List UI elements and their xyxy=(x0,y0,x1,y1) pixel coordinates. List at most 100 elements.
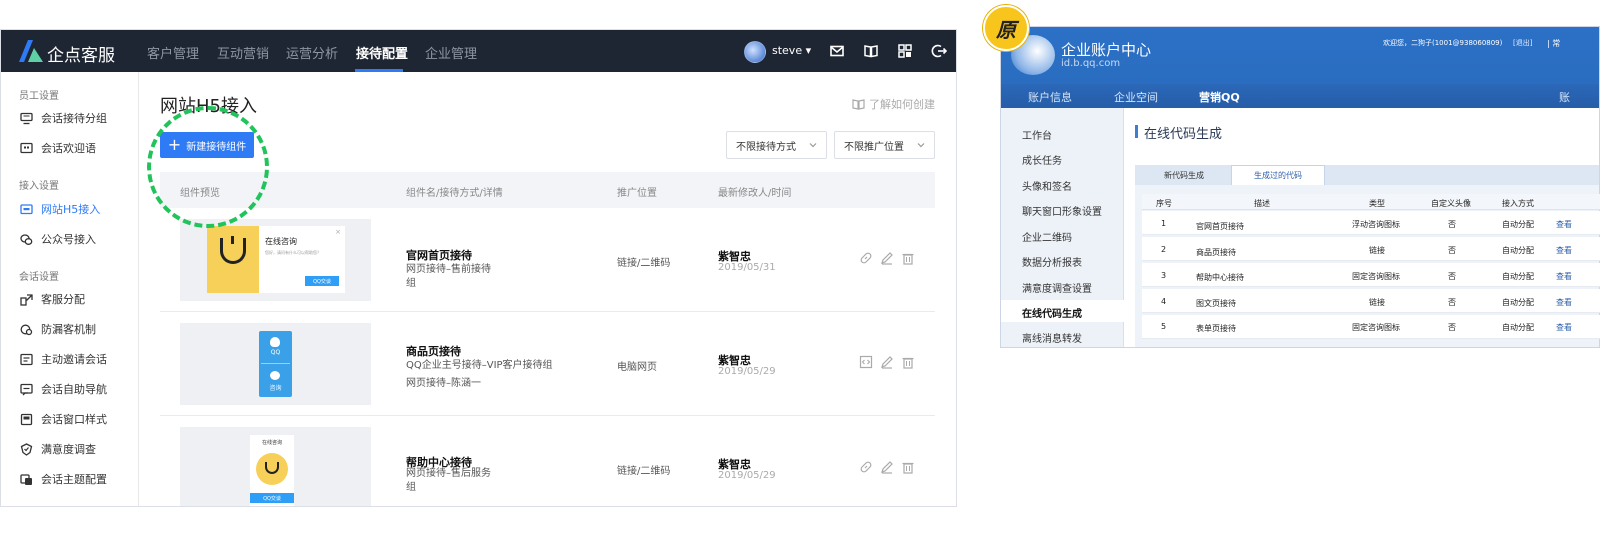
sidebar-item-analytics[interactable]: 数据分析报表 xyxy=(1022,254,1082,269)
component-preview: QQ 咨询 xyxy=(180,323,371,405)
row-number: 5 xyxy=(1161,322,1167,331)
sidebar-item-session-groups[interactable]: 会话接待分组 xyxy=(19,110,107,126)
view-link[interactable]: 查看 xyxy=(1556,297,1572,308)
row-type: 链接 xyxy=(1369,298,1385,307)
sidebar-item-online-code[interactable]: 在线代码生成 xyxy=(1022,305,1082,320)
nav-right-truncated[interactable]: 账 xyxy=(1559,89,1570,105)
row-detail-line: 组 xyxy=(406,482,416,493)
medal-icon xyxy=(19,442,33,456)
user-menu[interactable]: steve ▾ xyxy=(772,44,811,57)
tab-new-code[interactable]: 新代码生成 xyxy=(1141,165,1227,185)
sidebar-item-self-nav[interactable]: 会话自助导航 xyxy=(19,381,107,397)
row-type: 固定咨询图标 xyxy=(1352,272,1400,281)
sidebar-item-label: 会话窗口样式 xyxy=(41,413,107,426)
close-icon: × xyxy=(335,228,341,236)
sidebar-item-anti-leak[interactable]: 防漏客机制 xyxy=(19,321,96,337)
row-date: 2019/05/29 xyxy=(718,366,776,377)
how-to-create-link[interactable]: 了解如何创建 xyxy=(852,96,935,112)
navigation-icon xyxy=(19,382,33,396)
sidebar-item-label: 主动邀请会话 xyxy=(41,353,107,366)
row-detail-line: 网页接待–售后服务 xyxy=(406,468,491,479)
row-access-mode: 自动分配 xyxy=(1502,220,1534,229)
sidebar-item-window-style[interactable]: 会话窗口样式 xyxy=(19,411,107,427)
nav-reception-config[interactable]: 接待配置 xyxy=(356,43,408,62)
promotion-position-select[interactable]: 不限推广位置 xyxy=(834,131,935,159)
nav-enterprise-management[interactable]: 企业管理 xyxy=(425,43,477,62)
row-type: 固定咨询图标 xyxy=(1352,323,1400,332)
sidebar-item-offline-forward[interactable]: 离线消息转发 xyxy=(1022,330,1082,345)
sidebar-item-topic-config[interactable]: 会话主题配置 xyxy=(19,471,107,487)
logout-link[interactable]: [退出] xyxy=(1513,38,1532,48)
sidebar-item-official-account[interactable]: 公众号接入 xyxy=(19,231,96,247)
edit-icon[interactable] xyxy=(880,251,894,265)
row-position: 电脑网页 xyxy=(617,362,657,373)
delete-icon[interactable] xyxy=(901,460,915,474)
row-type: 链接 xyxy=(1369,246,1385,255)
code-icon[interactable] xyxy=(859,355,873,369)
delete-icon[interactable] xyxy=(901,251,915,265)
reception-mode-select[interactable]: 不限接待方式 xyxy=(726,131,827,159)
link-icon[interactable] xyxy=(859,460,873,474)
row-name: 官网首页接待 xyxy=(406,249,472,262)
sidebar-item-qr-code[interactable]: 企业二维码 xyxy=(1022,229,1072,244)
preview-qq-label: QQ xyxy=(270,349,281,356)
original-badge: 原 xyxy=(983,5,1029,51)
sidebar-item-welcome-message[interactable]: 会话欢迎语 xyxy=(19,140,96,156)
brand-name: 企点客服 xyxy=(47,46,115,66)
row-date: 2019/05/29 xyxy=(718,470,776,481)
sidebar-item-satisfaction[interactable]: 满意度调查 xyxy=(19,441,96,457)
book-icon[interactable] xyxy=(863,43,879,59)
preview-title: 在线咨询 xyxy=(265,237,297,246)
view-link[interactable]: 查看 xyxy=(1556,219,1572,230)
assign-icon xyxy=(19,292,33,306)
avatar[interactable] xyxy=(744,41,766,63)
preview-qq-button: QQ交谈 xyxy=(305,276,339,286)
component-preview: 在线咨询 QQ交谈 xyxy=(180,427,371,506)
sidebar-item-label: 会话欢迎语 xyxy=(41,142,96,155)
sidebar-item-website-h5[interactable]: 网站H5接入 xyxy=(19,201,100,217)
message-icon xyxy=(19,141,33,155)
logout-icon[interactable] xyxy=(931,43,947,59)
nav-interactive-marketing[interactable]: 互动营销 xyxy=(217,43,269,62)
view-link[interactable]: 查看 xyxy=(1556,322,1572,333)
edit-icon[interactable] xyxy=(880,355,894,369)
how-to-create-label: 了解如何创建 xyxy=(869,98,935,111)
sidebar-item-proactive-invite[interactable]: 主动邀请会话 xyxy=(19,351,107,367)
tab-generated-code[interactable]: 生成过的代码 xyxy=(1231,165,1325,185)
column-editor-time: 最新修改人/时间 xyxy=(718,188,792,199)
mail-icon[interactable] xyxy=(829,43,845,59)
sidebar-item-workbench[interactable]: 工作台 xyxy=(1022,127,1052,142)
nav-marketing-qq[interactable]: 营销QQ xyxy=(1199,89,1240,105)
sidebar-item-satisfaction[interactable]: 满意度调查设置 xyxy=(1022,280,1092,295)
preview-chat-card: 在线咨询 您好，请问有什么可以帮助您？ × QQ交谈 xyxy=(259,226,345,293)
view-link[interactable]: 查看 xyxy=(1556,245,1572,256)
sidebar-item-growth-tasks[interactable]: 成长任务 xyxy=(1022,152,1062,167)
chevron-down-icon xyxy=(809,143,817,148)
wechat-icon xyxy=(19,232,33,246)
view-link[interactable]: 查看 xyxy=(1556,271,1572,282)
nav-customer-management[interactable]: 客户管理 xyxy=(147,43,199,62)
edit-icon[interactable] xyxy=(880,460,894,474)
u-logo-icon xyxy=(256,453,288,485)
nav-enterprise-space[interactable]: 企业空间 xyxy=(1114,89,1158,105)
site-domain: id.b.qq.com xyxy=(1061,58,1121,69)
row-number: 3 xyxy=(1161,271,1167,280)
top-right-link[interactable]: | 常 xyxy=(1547,38,1560,49)
sidebar-item-chat-window[interactable]: 聊天窗口形象设置 xyxy=(1022,203,1102,218)
row-description: 官网首页接待 xyxy=(1196,222,1244,231)
delete-icon[interactable] xyxy=(901,355,915,369)
header-banner: 企业账户中心 id.b.qq.com 欢迎您，二狗子(1001@93806080… xyxy=(1001,27,1599,84)
main-nav xyxy=(1001,84,1599,108)
row-divider xyxy=(160,415,935,416)
row-description: 商品页接待 xyxy=(1196,248,1236,257)
nav-operations-analysis[interactable]: 运营分析 xyxy=(286,43,338,62)
sidebar-item-label: 防漏客机制 xyxy=(41,323,96,336)
apps-grid-icon[interactable] xyxy=(897,43,913,59)
top-navbar: 企点客服 客户管理 互动营销 运营分析 接待配置 企业管理 steve ▾ xyxy=(1,30,956,72)
nav-account-info[interactable]: 账户信息 xyxy=(1028,89,1072,105)
qq-icon xyxy=(270,337,280,347)
link-icon[interactable] xyxy=(859,251,873,265)
chat-bubble-icon xyxy=(270,371,280,380)
sidebar-item-avatar-signature[interactable]: 头像和签名 xyxy=(1022,178,1072,193)
sidebar-item-agent-assignment[interactable]: 客服分配 xyxy=(19,291,85,307)
